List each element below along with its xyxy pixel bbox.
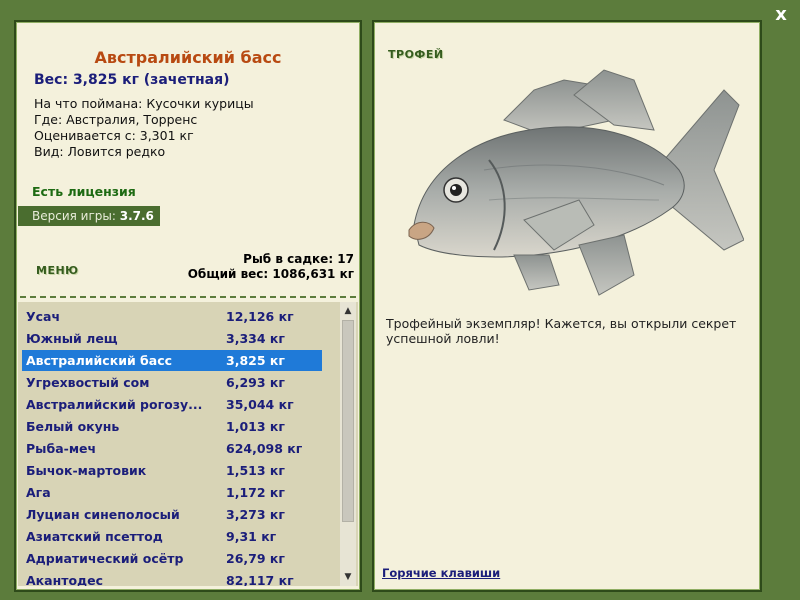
fish-name: Адриатический осётр — [26, 551, 184, 566]
trophy-label: ТРОФЕЙ — [388, 48, 444, 61]
fish-weight-value: 3,334 кг — [226, 331, 285, 346]
fish-name: Ага — [26, 485, 51, 500]
fish-name: Азиатский псеттод — [26, 529, 163, 544]
bait-info: На что поймана: Кусочки курицы — [34, 96, 254, 111]
fish-name: Австралийский рогозу... — [26, 397, 203, 412]
catch-list-item[interactable]: Южный лещ 3,334 кг — [22, 328, 322, 349]
fish-weight-value: 1,013 кг — [226, 419, 285, 434]
value-info: Оценивается с: 3,301 кг — [34, 128, 194, 143]
fish-weight-value: 82,117 кг — [226, 573, 294, 586]
fish-name: Луциан синеполосый — [26, 507, 180, 522]
fish-weight-value: 3,273 кг — [226, 507, 285, 522]
fish-name: Южный лещ — [26, 331, 118, 346]
fish-weight-value: 624,098 кг — [226, 441, 303, 456]
catch-list-item[interactable]: Рыба-меч 624,098 кг — [22, 438, 322, 459]
fish-name: Белый окунь — [26, 419, 120, 434]
menu-button[interactable]: МЕНЮ — [36, 264, 79, 277]
fish-weight-value: 35,044 кг — [226, 397, 294, 412]
catch-list-item[interactable]: Адриатический осётр 26,79 кг — [22, 548, 322, 569]
close-button[interactable]: x — [772, 6, 790, 24]
catch-list-item[interactable]: Австралийский басс 3,825 кг — [22, 350, 322, 371]
catch-list-item[interactable]: Австралийский рогозу... 35,044 кг — [22, 394, 322, 415]
version-label: Версия игры: — [32, 209, 116, 223]
fish-name: Акантодес — [26, 573, 104, 586]
catch-list-item[interactable]: Белый окунь 1,013 кг — [22, 416, 322, 437]
scroll-up-icon[interactable]: ▲ — [340, 304, 356, 318]
fish-weight-value: 1,513 кг — [226, 463, 285, 478]
catch-list-item[interactable]: Усач 12,126 кг — [22, 306, 322, 327]
fish-weight-value: 3,825 кг — [226, 353, 285, 368]
scrollbar[interactable]: ▲ ▼ — [340, 302, 356, 586]
fish-name: Усач — [26, 309, 61, 324]
fish-weight-value: 9,31 кг — [226, 529, 277, 544]
catch-list-item[interactable]: Ага 1,172 кг — [22, 482, 322, 503]
fish-weight-value: 1,172 кг — [226, 485, 285, 500]
trophy-panel: ТРОФЕЙ Трофейный экземпляр! Кажется, вы … — [372, 20, 762, 592]
location-info: Где: Австралия, Торренс — [34, 112, 198, 127]
scroll-thumb[interactable] — [342, 320, 354, 522]
hotkeys-link[interactable]: Горячие клавиши — [382, 566, 500, 580]
fish-name: Бычок-мартовик — [26, 463, 147, 478]
fish-name: Рыба-меч — [26, 441, 97, 456]
fish-weight-value: 6,293 кг — [226, 375, 285, 390]
version-badge: Версия игры: 3.7.6 — [18, 206, 160, 226]
fish-title: Австралийский басс — [94, 48, 282, 67]
fish-weight-value: 26,79 кг — [226, 551, 285, 566]
catch-count: Рыб в садке: 17 — [243, 252, 354, 266]
divider — [20, 296, 356, 298]
catch-total-weight: Общий вес: 1086,631 кг — [187, 267, 354, 281]
catch-list-item[interactable]: Бычок-мартовик 1,513 кг — [22, 460, 322, 481]
catch-list-item[interactable]: Угрехвостый сом 6,293 кг — [22, 372, 322, 393]
scroll-down-icon[interactable]: ▼ — [340, 570, 356, 584]
catch-list-item[interactable]: Азиатский псеттод 9,31 кг — [22, 526, 322, 547]
fish-weight: Вес: 3,825 кг (зачетная) — [34, 72, 230, 88]
catch-list-item[interactable]: Акантодес 82,117 кг — [22, 570, 322, 586]
fish-weight-value: 12,126 кг — [226, 309, 294, 324]
trophy-description: Трофейный экземпляр! Кажется, вы открыли… — [386, 316, 737, 346]
fish-image — [408, 69, 744, 296]
fish-info-panel: Австралийский басс Вес: 3,825 кг (зачетн… — [14, 20, 362, 592]
catch-list-item[interactable]: Луциан синеполосый 3,273 кг — [22, 504, 322, 525]
rarity-info: Вид: Ловится редко — [34, 144, 166, 159]
catch-list[interactable]: Усач 12,126 кг Южный лещ 3,334 кг Австралийс… — [18, 302, 358, 586]
fish-name: Угрехвостый сом — [26, 375, 150, 390]
version-value: 3.7.6 — [119, 209, 154, 223]
fish-name: Австралийский басс — [26, 353, 173, 368]
license-status: Есть лицензия — [32, 184, 136, 199]
